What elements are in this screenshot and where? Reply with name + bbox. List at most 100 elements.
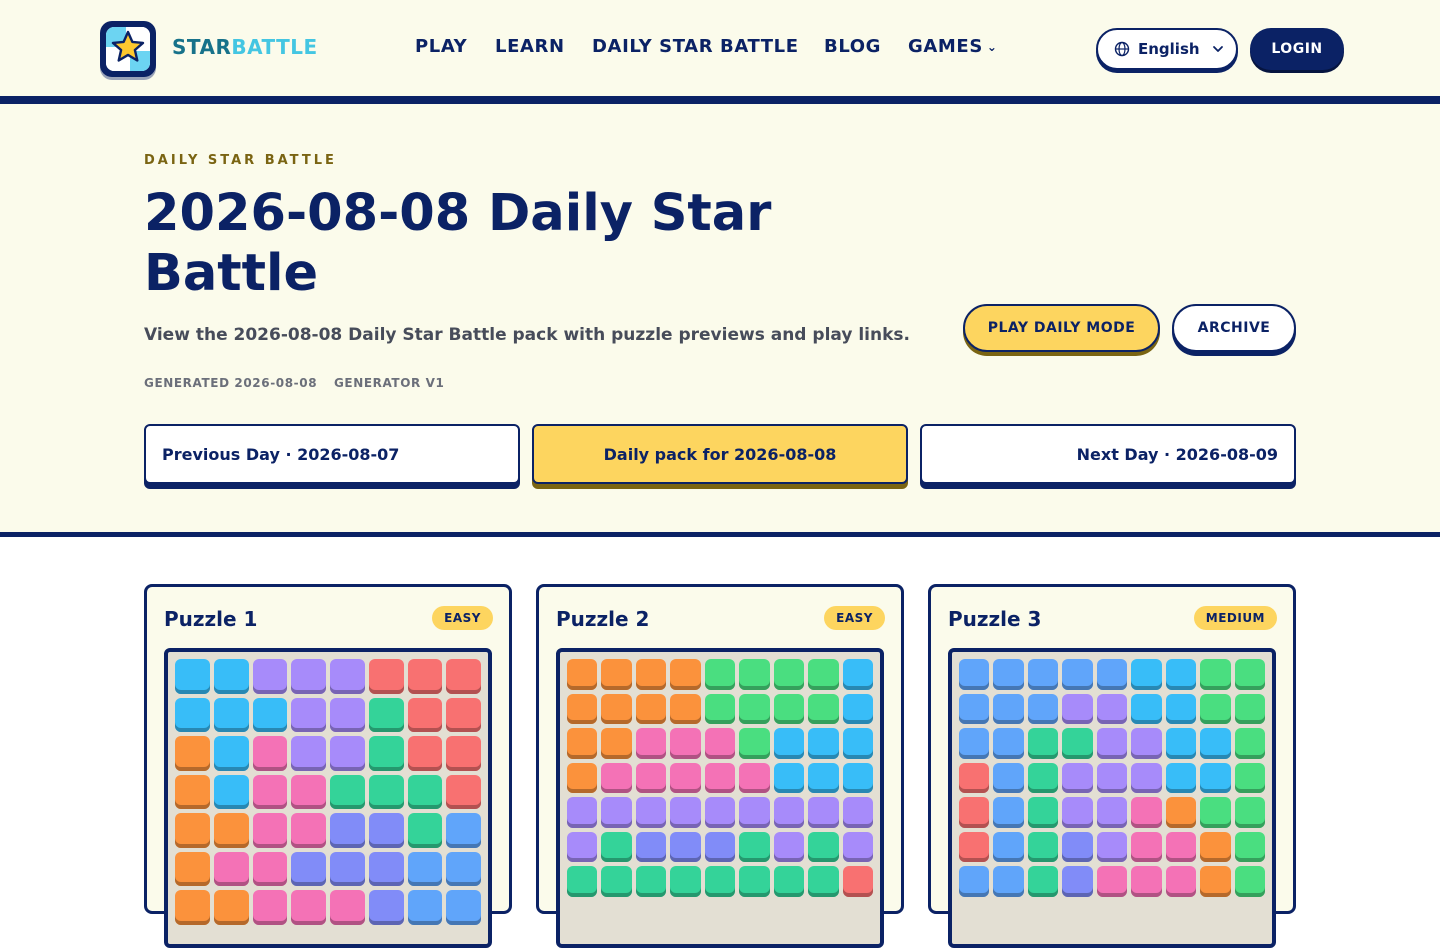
- grid-cell[interactable]: [1131, 797, 1162, 828]
- nav-learn[interactable]: LEARN: [495, 36, 565, 57]
- grid-cell[interactable]: [601, 659, 632, 690]
- grid-cell[interactable]: [446, 736, 481, 771]
- grid-cell[interactable]: [635, 659, 667, 690]
- grid-cell[interactable]: [808, 728, 839, 759]
- grid-cell[interactable]: [407, 697, 443, 732]
- grid-cell[interactable]: [1027, 728, 1059, 759]
- grid-cell[interactable]: [1234, 693, 1265, 724]
- grid-cell[interactable]: [407, 890, 443, 925]
- grid-cell[interactable]: [808, 659, 839, 690]
- grid-cell[interactable]: [567, 728, 598, 759]
- grid-cell[interactable]: [1234, 831, 1265, 862]
- grid-cell[interactable]: [808, 831, 839, 862]
- grid-cell[interactable]: [808, 762, 839, 793]
- grid-cell[interactable]: [291, 697, 326, 732]
- grid-cell[interactable]: [993, 797, 1024, 828]
- grid-cell[interactable]: [1165, 797, 1197, 828]
- grid-cell[interactable]: [739, 693, 770, 724]
- grid-cell[interactable]: [175, 736, 210, 771]
- star-logo-icon[interactable]: [100, 21, 156, 77]
- grid-cell[interactable]: [1062, 762, 1093, 793]
- nav-games[interactable]: GAMES ⌄: [908, 36, 998, 57]
- grid-cell[interactable]: [567, 659, 598, 690]
- grid-cell[interactable]: [213, 736, 249, 771]
- grid-cell[interactable]: [1027, 693, 1059, 724]
- grid-cell[interactable]: [1027, 762, 1059, 793]
- grid-cell[interactable]: [446, 774, 481, 809]
- grid-cell[interactable]: [842, 728, 873, 759]
- grid-cell[interactable]: [1096, 728, 1128, 759]
- grid-cell[interactable]: [993, 659, 1024, 690]
- grid-cell[interactable]: [213, 851, 249, 886]
- grid-cell[interactable]: [635, 866, 667, 897]
- grid-cell[interactable]: [291, 813, 326, 848]
- grid-cell[interactable]: [959, 762, 990, 793]
- grid-cell[interactable]: [635, 728, 667, 759]
- grid-cell[interactable]: [175, 697, 210, 732]
- grid-cell[interactable]: [1165, 728, 1197, 759]
- grid-cell[interactable]: [601, 762, 632, 793]
- grid-cell[interactable]: [252, 659, 288, 694]
- grid-cell[interactable]: [368, 697, 404, 732]
- archive-button[interactable]: ARCHIVE: [1172, 304, 1296, 352]
- grid-cell[interactable]: [1062, 728, 1093, 759]
- puzzle-card[interactable]: Puzzle 1 EASY: [144, 584, 512, 948]
- grid-cell[interactable]: [567, 831, 598, 862]
- grid-cell[interactable]: [601, 728, 632, 759]
- grid-cell[interactable]: [567, 693, 598, 724]
- grid-cell[interactable]: [1234, 797, 1265, 828]
- grid-cell[interactable]: [704, 831, 736, 862]
- grid-cell[interactable]: [670, 693, 701, 724]
- puzzle-card[interactable]: Puzzle 3 MEDIUM: [928, 584, 1296, 948]
- grid-cell[interactable]: [739, 728, 770, 759]
- grid-cell[interactable]: [842, 693, 873, 724]
- play-daily-mode-button[interactable]: PLAY DAILY MODE: [963, 304, 1160, 352]
- grid-cell[interactable]: [1096, 831, 1128, 862]
- grid-cell[interactable]: [739, 659, 770, 690]
- grid-cell[interactable]: [704, 728, 736, 759]
- grid-cell[interactable]: [1234, 728, 1265, 759]
- puzzle-board[interactable]: [164, 648, 492, 948]
- grid-cell[interactable]: [1096, 762, 1128, 793]
- grid-cell[interactable]: [704, 693, 736, 724]
- grid-cell[interactable]: [1131, 831, 1162, 862]
- grid-cell[interactable]: [1096, 659, 1128, 690]
- grid-cell[interactable]: [1096, 797, 1128, 828]
- puzzle-board[interactable]: [556, 648, 884, 948]
- grid-cell[interactable]: [252, 774, 288, 809]
- grid-cell[interactable]: [1062, 693, 1093, 724]
- grid-cell[interactable]: [1200, 797, 1231, 828]
- grid-cell[interactable]: [1200, 659, 1231, 690]
- grid-cell[interactable]: [175, 890, 210, 925]
- grid-cell[interactable]: [407, 774, 443, 809]
- grid-cell[interactable]: [567, 797, 598, 828]
- grid-cell[interactable]: [368, 890, 404, 925]
- grid-cell[interactable]: [291, 890, 326, 925]
- grid-cell[interactable]: [291, 851, 326, 886]
- grid-cell[interactable]: [704, 659, 736, 690]
- grid-cell[interactable]: [959, 831, 990, 862]
- grid-cell[interactable]: [252, 851, 288, 886]
- grid-cell[interactable]: [1131, 693, 1162, 724]
- grid-cell[interactable]: [993, 728, 1024, 759]
- grid-cell[interactable]: [1200, 693, 1231, 724]
- grid-cell[interactable]: [252, 697, 288, 732]
- grid-cell[interactable]: [1165, 866, 1197, 897]
- nav-blog[interactable]: BLOG: [824, 36, 881, 57]
- grid-cell[interactable]: [330, 659, 365, 694]
- grid-cell[interactable]: [446, 659, 481, 694]
- grid-cell[interactable]: [808, 797, 839, 828]
- grid-cell[interactable]: [635, 693, 667, 724]
- grid-cell[interactable]: [368, 736, 404, 771]
- grid-cell[interactable]: [330, 697, 365, 732]
- grid-cell[interactable]: [1062, 797, 1093, 828]
- grid-cell[interactable]: [601, 866, 632, 897]
- grid-cell[interactable]: [959, 728, 990, 759]
- grid-cell[interactable]: [842, 762, 873, 793]
- grid-cell[interactable]: [1165, 762, 1197, 793]
- grid-cell[interactable]: [330, 813, 365, 848]
- grid-cell[interactable]: [1062, 866, 1093, 897]
- grid-cell[interactable]: [773, 797, 805, 828]
- grid-cell[interactable]: [291, 736, 326, 771]
- grid-cell[interactable]: [739, 797, 770, 828]
